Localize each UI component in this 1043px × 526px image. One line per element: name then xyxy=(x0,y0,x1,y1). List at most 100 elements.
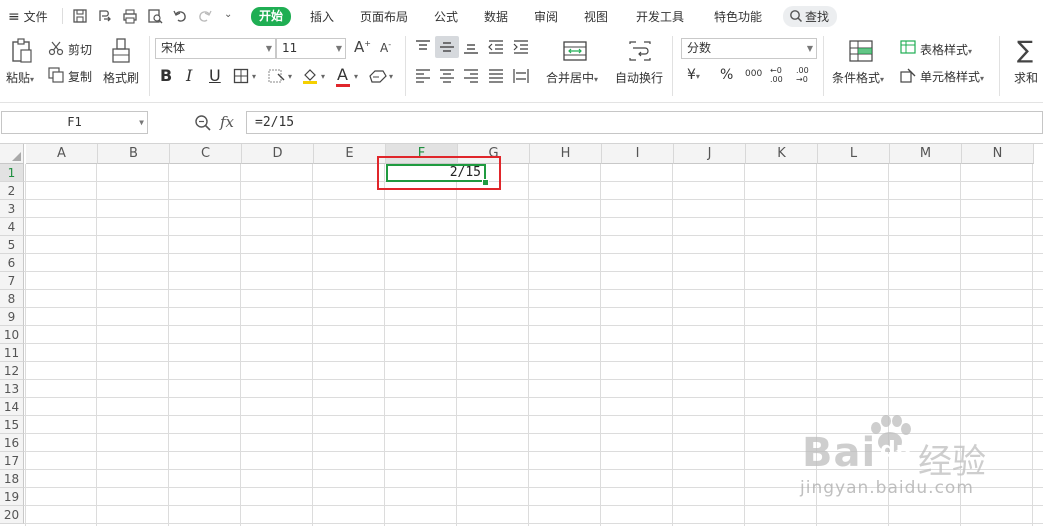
paste-button[interactable]: 粘贴▾ xyxy=(6,69,34,86)
row-header-8[interactable]: 8 xyxy=(0,290,24,308)
chevron-down-icon[interactable]: ▾ xyxy=(321,72,325,81)
tab-formulas[interactable]: 公式 xyxy=(434,8,458,26)
increase-decimal-icon[interactable]: ←0 .00 xyxy=(770,66,788,84)
column-header-i[interactable]: I xyxy=(602,144,674,164)
row-header-16[interactable]: 16 xyxy=(0,434,24,452)
export-icon[interactable] xyxy=(96,7,114,25)
table-style-button[interactable]: 表格样式▾ xyxy=(920,41,972,58)
print-preview-icon[interactable] xyxy=(146,7,164,25)
row-header-7[interactable]: 7 xyxy=(0,272,24,290)
row-header-20[interactable]: 20 xyxy=(0,506,24,524)
column-header-l[interactable]: L xyxy=(818,144,890,164)
decrease-font-icon[interactable]: A- xyxy=(380,40,391,55)
underline-icon[interactable]: U xyxy=(209,66,221,85)
wrap-text-button[interactable]: 自动换行 xyxy=(615,69,663,86)
row-header-3[interactable]: 3 xyxy=(0,200,24,218)
tab-page-layout[interactable]: 页面布局 xyxy=(360,8,408,26)
save-icon[interactable] xyxy=(71,7,89,25)
sum-icon[interactable]: ∑ xyxy=(1017,36,1033,64)
column-header-a[interactable]: A xyxy=(26,144,98,164)
tab-view[interactable]: 视图 xyxy=(584,8,608,26)
cell-style-button[interactable]: 单元格样式▾ xyxy=(920,68,984,85)
row-header-12[interactable]: 12 xyxy=(0,362,24,380)
tab-insert[interactable]: 插入 xyxy=(310,8,334,26)
column-header-j[interactable]: J xyxy=(674,144,746,164)
decrease-indent-icon[interactable] xyxy=(487,39,505,55)
format-painter-icon[interactable] xyxy=(110,38,132,64)
bold-icon[interactable]: B xyxy=(160,66,172,85)
redo-icon[interactable] xyxy=(196,7,214,25)
increase-indent-icon[interactable] xyxy=(512,39,530,55)
row-header-6[interactable]: 6 xyxy=(0,254,24,272)
column-header-e[interactable]: E xyxy=(314,144,386,164)
column-header-d[interactable]: D xyxy=(242,144,314,164)
cut-button[interactable]: 剪切 xyxy=(68,41,92,58)
row-header-2[interactable]: 2 xyxy=(0,182,24,200)
row-header-18[interactable]: 18 xyxy=(0,470,24,488)
copy-button[interactable]: 复制 xyxy=(68,68,92,85)
chevron-down-icon[interactable]: ▾ xyxy=(252,72,256,81)
currency-icon[interactable]: ¥▾ xyxy=(687,67,700,83)
row-header-11[interactable]: 11 xyxy=(0,344,24,362)
select-all-corner[interactable] xyxy=(0,144,24,164)
tab-home[interactable]: 开始 xyxy=(251,7,292,26)
paste-icon[interactable] xyxy=(10,38,34,64)
row-header-5[interactable]: 5 xyxy=(0,236,24,254)
tab-review[interactable]: 审阅 xyxy=(534,8,558,26)
align-center-icon[interactable] xyxy=(438,68,456,84)
column-header-m[interactable]: M xyxy=(890,144,962,164)
file-menu[interactable]: ≡ 文件 xyxy=(8,8,48,26)
conditional-format-icon[interactable] xyxy=(849,40,873,62)
align-middle-button[interactable] xyxy=(435,36,459,58)
font-size-select[interactable]: 11 ▼ xyxy=(276,38,346,59)
search-button[interactable]: 查找 xyxy=(783,6,837,27)
column-header-c[interactable]: C xyxy=(170,144,242,164)
conditional-format-button[interactable]: 条件格式▾ xyxy=(832,69,884,86)
row-header-19[interactable]: 19 xyxy=(0,488,24,506)
number-format-select[interactable]: 分数 ▼ xyxy=(681,38,817,59)
sum-button[interactable]: 求和 xyxy=(1014,69,1038,86)
chevron-down-icon[interactable]: ▾ xyxy=(288,72,292,81)
chevron-down-icon[interactable]: ⌄ xyxy=(224,9,232,20)
chevron-down-icon[interactable]: ▾ xyxy=(389,72,393,81)
justify-icon[interactable] xyxy=(487,68,505,84)
font-name-select[interactable]: 宋体 ▼ xyxy=(155,38,276,59)
align-top-icon[interactable] xyxy=(414,39,432,55)
fx-icon[interactable]: fx xyxy=(220,113,234,131)
eraser-icon[interactable] xyxy=(369,68,387,84)
row-header-4[interactable]: 4 xyxy=(0,218,24,236)
percent-icon[interactable]: % xyxy=(720,67,733,83)
undo-icon[interactable] xyxy=(171,7,189,25)
align-right-icon[interactable] xyxy=(462,68,480,84)
print-icon[interactable] xyxy=(121,7,139,25)
zoom-icon[interactable] xyxy=(194,114,212,132)
chevron-down-icon[interactable]: ▾ xyxy=(354,72,358,81)
align-bottom-icon[interactable] xyxy=(462,39,480,55)
name-box[interactable]: F1 ▼ xyxy=(1,111,148,134)
row-header-13[interactable]: 13 xyxy=(0,380,24,398)
distributed-align-icon[interactable] xyxy=(512,68,530,84)
fill-color-icon[interactable] xyxy=(301,67,319,85)
column-header-k[interactable]: K xyxy=(746,144,818,164)
format-painter-button[interactable]: 格式刷 xyxy=(103,69,139,86)
row-header-17[interactable]: 17 xyxy=(0,452,24,470)
row-header-10[interactable]: 10 xyxy=(0,326,24,344)
borders-icon[interactable] xyxy=(233,68,249,84)
column-header-h[interactable]: H xyxy=(530,144,602,164)
row-header-9[interactable]: 9 xyxy=(0,308,24,326)
tab-developer[interactable]: 开发工具 xyxy=(636,8,684,26)
align-left-icon[interactable] xyxy=(414,68,432,84)
column-header-b[interactable]: B xyxy=(98,144,170,164)
wrap-text-icon[interactable] xyxy=(628,40,652,62)
merge-center-button[interactable]: 合并居中▾ xyxy=(546,69,598,86)
merge-center-icon[interactable] xyxy=(563,40,587,62)
row-header-14[interactable]: 14 xyxy=(0,398,24,416)
thousands-separator-icon[interactable]: 000 xyxy=(745,69,762,79)
font-color-icon[interactable]: A xyxy=(337,65,348,84)
formula-input[interactable]: =2/15 xyxy=(246,111,1043,134)
row-header-1[interactable]: 1 xyxy=(0,164,24,182)
row-header-15[interactable]: 15 xyxy=(0,416,24,434)
increase-font-icon[interactable]: A+ xyxy=(354,38,371,56)
column-header-n[interactable]: N xyxy=(962,144,1034,164)
italic-icon[interactable]: I xyxy=(186,66,192,85)
